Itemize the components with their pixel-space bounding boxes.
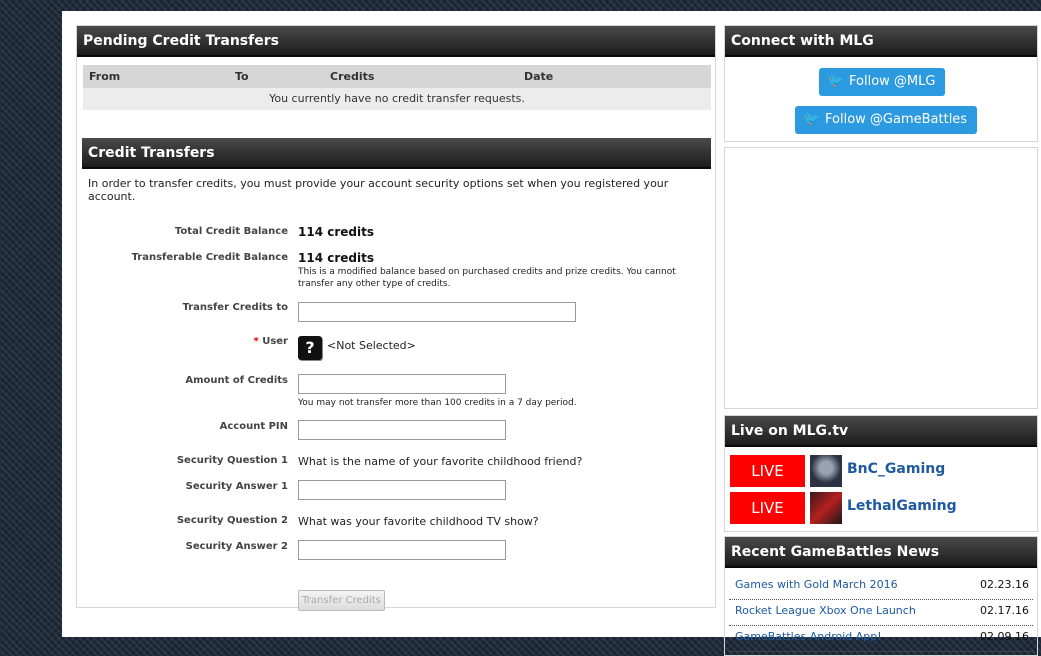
- news-panel: Recent GameBattles News Games with Gold …: [724, 536, 1038, 656]
- connect-panel: Connect with MLG 🐦 Follow @MLG 🐦 Follow @G…: [724, 25, 1038, 142]
- column-credits: Credits: [330, 70, 375, 83]
- total-balance-value: 114 credits: [298, 225, 374, 239]
- stream-item[interactable]: LIVE LethalGaming: [730, 492, 1030, 524]
- follow-mlg-button[interactable]: 🐦 Follow @MLG: [819, 68, 946, 96]
- security-answer-2-label: Security Answer 2: [185, 541, 288, 552]
- pin-label: Account PIN: [219, 421, 288, 432]
- follow-gamebattles-label: Follow @GameBattles: [825, 112, 968, 127]
- twitter-bird-icon: 🐦: [827, 74, 845, 89]
- transferable-balance-label: Transferable Credit Balance: [131, 252, 288, 263]
- ad-placeholder: [724, 147, 1038, 409]
- live-header: Live on MLG.tv: [725, 416, 1037, 447]
- security-answer-1-input[interactable]: [298, 480, 506, 500]
- stream-name[interactable]: BnC_Gaming: [847, 461, 945, 477]
- pending-transfers-table: From To Credits Date You currently have …: [83, 65, 711, 110]
- connect-header: Connect with MLG: [725, 26, 1037, 57]
- news-date: 02.23.16: [980, 578, 1029, 591]
- live-badge: LIVE: [730, 455, 805, 487]
- page-content: Pending Credit Transfers From To Credits…: [62, 11, 1041, 656]
- news-header: Recent GameBattles News: [725, 537, 1037, 568]
- pending-transfers-header: Pending Credit Transfers: [77, 26, 715, 57]
- required-mark: *: [253, 336, 259, 347]
- intro-text: In order to transfer credits, you must p…: [88, 177, 669, 203]
- news-date: 02.17.16: [980, 604, 1029, 617]
- amount-label: Amount of Credits: [185, 375, 288, 386]
- credit-transfers-header: Credit Transfers: [82, 138, 711, 169]
- security-question-2-text: What was your favorite childhood TV show…: [298, 515, 539, 528]
- user-value: <Not Selected>: [327, 339, 416, 352]
- follow-gamebattles-button[interactable]: 🐦 Follow @GameBattles: [795, 106, 978, 134]
- news-item[interactable]: Games with Gold March 2016 02.23.16: [729, 573, 1033, 600]
- security-answer-1-label: Security Answer 1: [185, 481, 288, 492]
- stream-thumbnail: [810, 455, 842, 487]
- user-select-icon[interactable]: ?: [298, 336, 322, 360]
- stream-item[interactable]: LIVE BnC_Gaming: [730, 455, 1030, 487]
- live-panel: Live on MLG.tv LIVE BnC_Gaming LIVE Leth…: [724, 415, 1038, 532]
- transfer-to-input[interactable]: [298, 302, 576, 322]
- amount-note: You may not transfer more than 100 credi…: [298, 398, 577, 408]
- stream-name[interactable]: LethalGaming: [847, 498, 957, 514]
- table-header: From To Credits Date: [83, 65, 711, 88]
- column-from: From: [89, 70, 121, 83]
- twitter-bird-icon: 🐦: [803, 112, 821, 127]
- transferable-note: This is a modified balance based on purc…: [298, 267, 676, 289]
- transfer-to-label: Transfer Credits to: [182, 302, 288, 313]
- security-question-1-text: What is the name of your favorite childh…: [298, 455, 583, 468]
- column-to: To: [235, 70, 249, 83]
- news-item[interactable]: GameBattles Android App! 02.09.16: [729, 625, 1033, 652]
- live-badge: LIVE: [730, 492, 805, 524]
- security-question-2-label: Security Question 2: [176, 515, 288, 526]
- news-title[interactable]: Rocket League Xbox One Launch: [735, 604, 916, 617]
- security-question-1-label: Security Question 1: [176, 455, 288, 466]
- transfer-credits-button[interactable]: Transfer Credits: [298, 590, 385, 611]
- user-label-text: User: [262, 336, 288, 347]
- news-title[interactable]: Games with Gold March 2016: [735, 578, 898, 591]
- news-item[interactable]: Rocket League Xbox One Launch 02.17.16: [729, 599, 1033, 626]
- follow-mlg-label: Follow @MLG: [849, 74, 936, 89]
- transferable-balance-value: 114 credits: [298, 251, 374, 265]
- left-column: Pending Credit Transfers From To Credits…: [76, 25, 716, 611]
- amount-input[interactable]: [298, 374, 506, 394]
- empty-message: You currently have no credit transfer re…: [83, 88, 711, 110]
- security-answer-2-input[interactable]: [298, 540, 506, 560]
- total-balance-label: Total Credit Balance: [174, 226, 288, 237]
- column-date: Date: [524, 70, 554, 83]
- stream-thumbnail: [810, 492, 842, 524]
- pin-input[interactable]: [298, 420, 506, 440]
- user-label: * User: [253, 336, 288, 347]
